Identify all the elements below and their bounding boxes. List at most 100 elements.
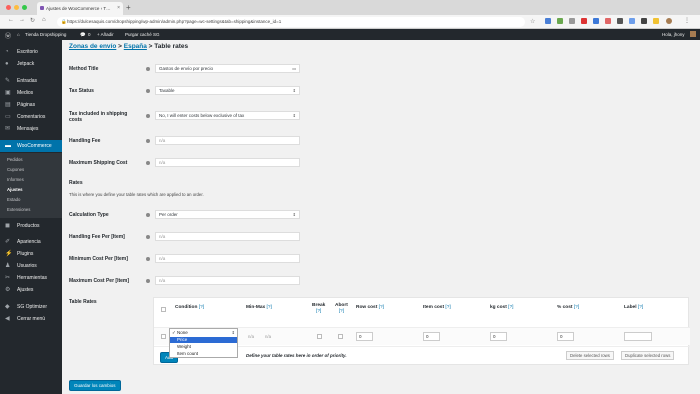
submenu-item-informes[interactable]: Informes: [0, 177, 62, 182]
sidebar-item-paginas[interactable]: ▤ Páginas: [0, 99, 62, 111]
max-shipping-input[interactable]: n/a: [155, 158, 300, 167]
max-cost-input[interactable]: n/a: [155, 276, 300, 285]
extension-icon[interactable]: [569, 18, 575, 24]
sidebar-item-escritorio[interactable]: ◔ Escritorio: [0, 46, 62, 58]
help-icon[interactable]: [146, 279, 150, 283]
calc-type-select[interactable]: Per order ⇕: [155, 210, 300, 219]
help-link[interactable]: [?]: [379, 305, 384, 310]
help-link[interactable]: [?]: [445, 305, 450, 310]
dropdown-option-price[interactable]: Price: [170, 337, 237, 343]
sidebar-item-woocommerce[interactable]: ▬ WooCommerce: [0, 140, 62, 152]
breadcrumb-country-link[interactable]: España: [124, 43, 147, 50]
help-icon[interactable]: [146, 213, 150, 217]
url-field[interactable]: 🔒 https://dulcesaquis.com/dropshipping/w…: [57, 17, 525, 27]
extension-icon[interactable]: [593, 18, 599, 24]
maximize-window-icon[interactable]: [22, 5, 27, 10]
help-link[interactable]: [?]: [199, 305, 204, 310]
help-icon[interactable]: [146, 161, 150, 165]
sidebar-item-comentarios[interactable]: ▭ Comentarios: [0, 111, 62, 123]
extension-icon[interactable]: [581, 18, 587, 24]
help-link[interactable]: [?]: [316, 309, 321, 314]
sidebar-item-sg-optimizer[interactable]: ◆ SG Optimizer: [0, 301, 62, 313]
close-tab-icon[interactable]: ×: [117, 5, 120, 11]
back-icon[interactable]: ←: [8, 17, 14, 23]
sidebar-item-apariencia[interactable]: ✐ Apariencia: [0, 236, 62, 248]
extension-icon[interactable]: [641, 18, 647, 24]
help-link[interactable]: [?]: [339, 309, 344, 314]
new-content-link[interactable]: + Añadir: [97, 32, 114, 37]
help-icon[interactable]: [146, 139, 150, 143]
delete-rows-button[interactable]: Delete selected rows: [566, 351, 614, 360]
extension-icon[interactable]: [557, 18, 563, 24]
tax-included-select[interactable]: No, I will enter costs below exclusive o…: [155, 111, 300, 120]
purge-cache-link[interactable]: Purgar caché SG: [125, 32, 160, 37]
reload-icon[interactable]: ↻: [30, 17, 35, 24]
duplicate-rows-button[interactable]: Duplicate selected rows: [621, 351, 675, 360]
break-checkbox[interactable]: [317, 334, 322, 339]
sidebar-item-ajustes[interactable]: ⚙ Ajustes: [0, 284, 62, 296]
sidebar-item-medios[interactable]: ▣ Medios: [0, 87, 62, 99]
extension-icon[interactable]: [617, 18, 623, 24]
sidebar-item-cerrar-menu[interactable]: ◀ Cerrar menú: [0, 313, 62, 325]
dropdown-option-item-count[interactable]: Item count: [170, 351, 230, 357]
sidebar-item-mensajes[interactable]: ✉ Mensajes: [0, 123, 62, 135]
dropdown-option-weight[interactable]: Weight: [170, 344, 230, 350]
help-icon[interactable]: [146, 89, 150, 93]
max-input[interactable]: n/a: [265, 334, 271, 339]
sidebar-item-herramientas[interactable]: ✂ Herramientas: [0, 272, 62, 284]
handling-item-input[interactable]: n/a: [155, 232, 300, 241]
kg-cost-input[interactable]: 0: [490, 332, 507, 341]
submenu-item-cupones[interactable]: Cupones: [0, 167, 62, 172]
submenu-item-extensiones[interactable]: Extensiones: [0, 207, 62, 212]
site-name-link[interactable]: Tienda Dropshipping: [25, 32, 66, 37]
tax-status-select[interactable]: Taxable ⇕: [155, 86, 300, 95]
condition-dropdown[interactable]: ✓ None ⇕ Price Weight Item count: [169, 328, 238, 358]
extension-icon[interactable]: [605, 18, 611, 24]
row-checkbox[interactable]: [161, 334, 166, 339]
dropdown-option-none[interactable]: ✓ None: [170, 330, 230, 336]
extension-icon[interactable]: [545, 18, 551, 24]
extension-icon[interactable]: [653, 18, 659, 24]
method-title-input[interactable]: Gastos de envío por precio ▭: [155, 64, 300, 73]
help-icon[interactable]: [146, 67, 150, 71]
user-greeting[interactable]: Hola, jhony: [662, 32, 685, 37]
row-cost-input[interactable]: 0: [356, 332, 373, 341]
sidebar-item-plugins[interactable]: ⚡ Plugins: [0, 248, 62, 260]
close-window-icon[interactable]: [6, 5, 11, 10]
label-input[interactable]: [624, 332, 652, 341]
wordpress-logo-icon[interactable]: ⓦ: [5, 31, 11, 40]
submenu-item-ajustes[interactable]: Ajustes: [0, 187, 62, 192]
min-cost-input[interactable]: n/a: [155, 254, 300, 263]
breadcrumb-zones-link[interactable]: Zonas de envío: [69, 43, 116, 50]
extension-icon[interactable]: [629, 18, 635, 24]
submenu-item-pedidos[interactable]: Pedidos: [0, 157, 62, 162]
min-input[interactable]: n/a: [248, 334, 254, 339]
handling-fee-input[interactable]: n/a: [155, 136, 300, 145]
help-link[interactable]: [?]: [267, 305, 272, 310]
submenu-item-estado[interactable]: Estado: [0, 197, 62, 202]
abort-checkbox[interactable]: [338, 334, 343, 339]
sidebar-item-entradas[interactable]: ✎ Entradas: [0, 75, 62, 87]
help-icon[interactable]: [146, 257, 150, 261]
forward-icon[interactable]: →: [19, 17, 25, 23]
minimize-window-icon[interactable]: [14, 5, 19, 10]
comment-icon[interactable]: 💬: [80, 32, 86, 38]
menu-icon[interactable]: ⋮: [684, 17, 690, 24]
sidebar-item-jetpack[interactable]: ● Jetpack: [0, 58, 62, 70]
user-avatar[interactable]: [690, 31, 696, 37]
pct-cost-input[interactable]: 0: [557, 332, 574, 341]
browser-tab[interactable]: Ajustes de WooCommerce ‹ T… ×: [37, 2, 123, 15]
item-cost-input[interactable]: 0: [423, 332, 440, 341]
new-tab-icon[interactable]: +: [126, 3, 131, 12]
help-link[interactable]: [?]: [638, 305, 643, 310]
home-icon[interactable]: ⌂: [42, 17, 46, 23]
help-link[interactable]: [?]: [508, 305, 513, 310]
help-icon[interactable]: [146, 114, 150, 118]
help-icon[interactable]: [146, 235, 150, 239]
profile-avatar[interactable]: [666, 18, 672, 24]
sidebar-item-productos[interactable]: ◼ Productos: [0, 220, 62, 232]
help-link[interactable]: [?]: [574, 305, 579, 310]
select-all-checkbox[interactable]: [161, 307, 166, 312]
star-icon[interactable]: ☆: [530, 18, 536, 25]
save-changes-button[interactable]: Guardar los cambios: [69, 380, 121, 391]
